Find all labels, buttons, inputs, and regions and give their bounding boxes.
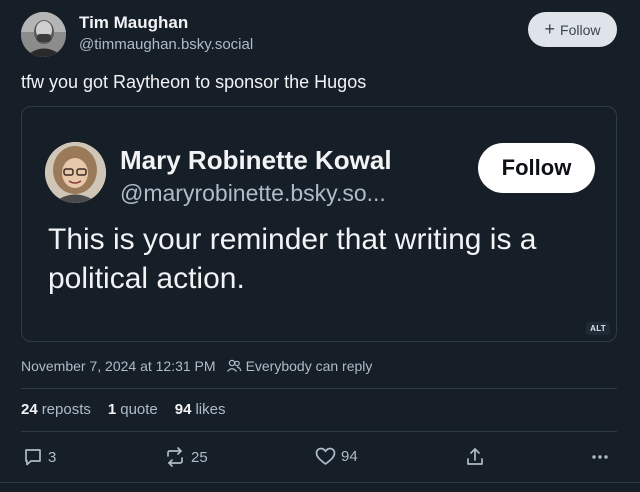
post-card: Tim Maughan @timmaughan.bsky.social + Fo… (0, 0, 640, 492)
post-text: tfw you got Raytheon to sponsor the Hugo… (21, 72, 367, 92)
post-meta: November 7, 2024 at 12:31 PM Everybody c… (21, 358, 372, 374)
more-dots-icon (592, 455, 608, 459)
reposts-count: 24 (21, 401, 38, 418)
share-icon (467, 448, 483, 465)
repost-button[interactable]: 25 (164, 447, 208, 467)
post-timestamp[interactable]: November 7, 2024 at 12:31 PM (21, 358, 216, 374)
repost-count: 25 (191, 448, 208, 466)
divider (0, 482, 640, 483)
reply-button[interactable]: 3 (23, 447, 56, 467)
follow-button-label: Follow (560, 21, 601, 38)
quotes-count: 1 (107, 401, 117, 418)
embed-author-name: Mary Robinette Kowal (120, 145, 392, 175)
reply-count: 3 (48, 448, 57, 466)
embedded-image[interactable]: Mary Robinette Kowal @maryrobinette.bsky… (21, 106, 617, 342)
post-stats: 24 reposts 1 quote 94 likes (21, 401, 225, 418)
reposts-stat[interactable]: 24 reposts (21, 401, 91, 418)
likes-count: 94 (174, 401, 192, 418)
embed-follow-button: Follow (478, 143, 595, 193)
divider (21, 431, 617, 432)
quotes-label: quote (120, 401, 158, 418)
author-name[interactable]: Tim Maughan (79, 13, 188, 33)
quotes-stat[interactable]: 1 quote (108, 401, 158, 418)
like-button[interactable]: 94 (315, 447, 358, 466)
embed-text: This is your reminder that writing is a … (48, 223, 537, 295)
like-count: 94 (341, 448, 358, 465)
embed-author-handle: @maryrobinette.bsky.so... (120, 180, 386, 206)
likes-stat[interactable]: 94 likes (175, 401, 226, 418)
embed-author-avatar (45, 142, 106, 203)
more-options-button[interactable] (590, 447, 610, 467)
plus-icon: + (544, 18, 556, 39)
alt-badge[interactable]: ALT (586, 322, 610, 335)
repost-icon (167, 447, 183, 467)
people-icon (226, 359, 242, 373)
avatar-photo-icon (45, 142, 106, 203)
reply-setting: Everybody can reply (245, 358, 373, 374)
reply-icon (25, 449, 41, 466)
heart-icon (315, 447, 336, 465)
likes-label: likes (195, 401, 226, 418)
follow-button[interactable]: + Follow (528, 12, 617, 47)
reposts-label: reposts (41, 401, 91, 418)
author-handle[interactable]: @timmaughan.bsky.social (79, 36, 253, 53)
share-button[interactable] (465, 447, 485, 467)
divider (21, 388, 617, 389)
author-avatar[interactable] (21, 12, 66, 57)
avatar-photo-icon (21, 12, 66, 57)
